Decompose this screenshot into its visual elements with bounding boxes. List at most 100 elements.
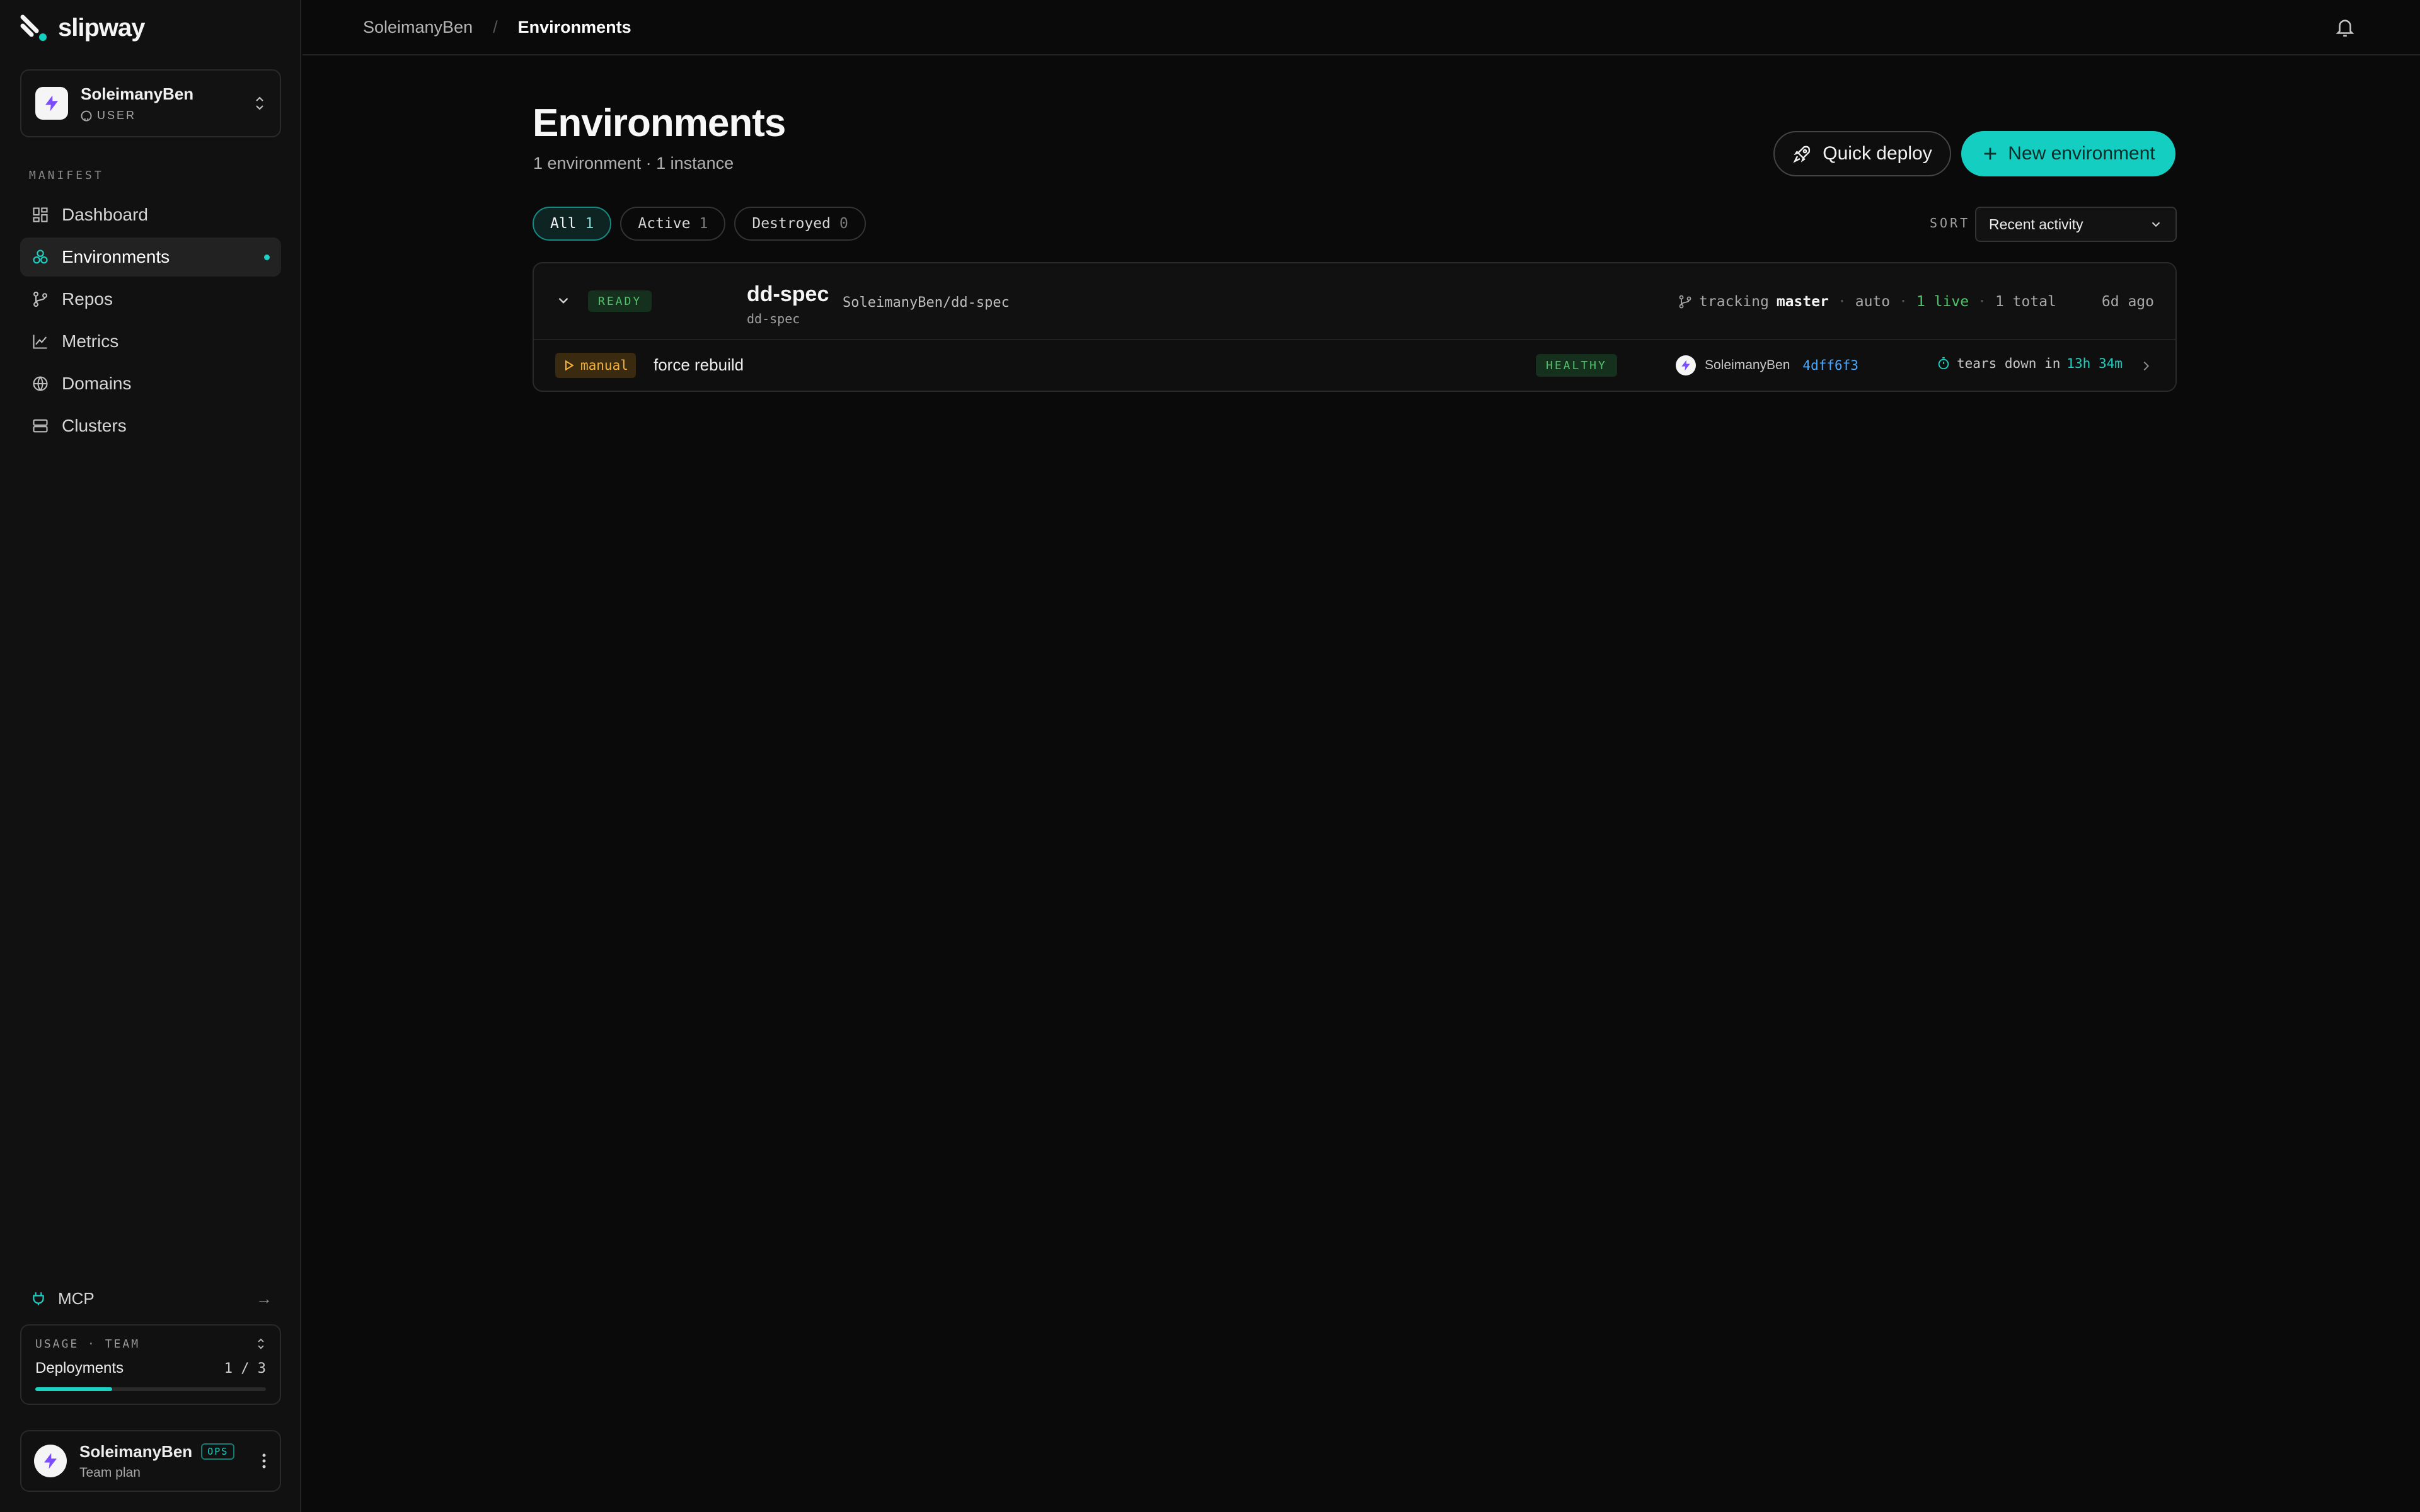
user-avatar (34, 1445, 67, 1477)
mcp-label: MCP (58, 1288, 95, 1308)
user-card[interactable]: SoleimanyBen OPS Team plan (20, 1430, 281, 1492)
deploy-mode: auto (1855, 294, 1891, 310)
teardown-time: 13h 34m (2066, 356, 2123, 371)
arrow-right-icon: → (256, 1288, 272, 1308)
tracking-label: tracking (1699, 294, 1769, 310)
sidebar-item-label: Metrics (62, 331, 119, 351)
filter-count: 0 (839, 215, 848, 232)
page-title: Environments (533, 101, 786, 145)
sidebar-item-label: Clusters (62, 416, 127, 435)
sidebar-item-label: Repos (62, 289, 113, 309)
filter-active[interactable]: Active 1 (620, 207, 726, 241)
filter-all[interactable]: All 1 (533, 207, 612, 241)
new-environment-label: New environment (2008, 143, 2155, 164)
status-badge: READY (588, 290, 652, 312)
sidebar: slipway SoleimanyBen USER MANIFEST Dashb… (0, 0, 301, 1512)
page-subtitle: 1 environment · 1 instance (533, 154, 734, 173)
user-name: SoleimanyBen (79, 1441, 193, 1461)
author-avatar (1676, 355, 1696, 375)
slipway-logo-icon (20, 14, 47, 41)
usage-panel[interactable]: USAGE · TEAM Deployments 1 / 3 (20, 1324, 281, 1405)
updated-time: 6d ago (2101, 294, 2154, 310)
account-role: USER (97, 109, 137, 122)
account-switcher[interactable]: SoleimanyBen USER (20, 69, 281, 137)
rocket-icon (1793, 146, 1811, 163)
sidebar-item-metrics[interactable]: Metrics (20, 322, 281, 361)
nav-section-label: MANIFEST (29, 169, 104, 182)
environment-card: READY dd-spec dd-spec SoleimanyBen/dd-sp… (533, 262, 2177, 392)
instance-author: SoleimanyBen 4dff6f3 (1676, 355, 1858, 375)
tracked-branch: master (1776, 294, 1829, 310)
bell-icon[interactable] (2334, 16, 2356, 39)
chevron-up-down-icon (256, 96, 263, 110)
usage-progress-fill (35, 1387, 112, 1391)
kebab-menu-icon[interactable] (261, 1452, 267, 1470)
chevron-down-icon[interactable] (555, 292, 572, 309)
breadcrumb-parent[interactable]: SoleimanyBen (363, 18, 473, 37)
teardown-timer: tears down in 13h 34m (1937, 356, 2123, 371)
lightning-icon (44, 1453, 57, 1469)
user-plan: Team plan (79, 1465, 141, 1480)
git-branch-icon (33, 291, 47, 307)
filter-count: 1 (585, 215, 594, 232)
chevron-up-down-icon (258, 1338, 264, 1349)
total-count: 1 total (1995, 294, 2056, 310)
brand-name: slipway (58, 14, 146, 42)
active-indicator-dot (264, 255, 270, 260)
sidebar-item-clusters[interactable]: Clusters (20, 406, 281, 445)
environment-meta: tracking master · auto · 1 live · 1 tota… (1678, 294, 2154, 310)
instance-row[interactable]: manual force rebuild HEALTHY SoleimanyBe… (534, 340, 2175, 391)
sidebar-item-label: Environments (62, 247, 170, 266)
environment-header[interactable]: READY dd-spec dd-spec SoleimanyBen/dd-sp… (534, 263, 2175, 340)
sidebar-item-domains[interactable]: Domains (20, 364, 281, 403)
filter-count: 1 (699, 215, 708, 232)
lightning-icon (1681, 360, 1690, 371)
filter-destroyed[interactable]: Destroyed 0 (734, 207, 866, 241)
sort-label: SORT (1930, 215, 1971, 231)
chart-icon (33, 335, 47, 349)
sidebar-item-dashboard[interactable]: Dashboard (20, 195, 281, 234)
quick-deploy-label: Quick deploy (1823, 143, 1932, 164)
new-environment-button[interactable]: New environment (1961, 131, 2175, 176)
commit-hash[interactable]: 4dff6f3 (1802, 358, 1858, 373)
environment-slug: dd-spec (747, 311, 800, 326)
live-count: 1 live (1916, 294, 1969, 310)
trigger-badge: manual (555, 353, 636, 378)
account-avatar (35, 87, 68, 120)
globe-icon (33, 376, 48, 391)
filter-label: Active (638, 215, 691, 232)
plug-icon (33, 1292, 44, 1305)
sidebar-nav: Dashboard Environments Repos Metrics Dom… (20, 195, 281, 449)
sidebar-item-repos[interactable]: Repos (20, 280, 281, 319)
account-name: SoleimanyBen (81, 84, 194, 103)
chevron-right-icon[interactable] (2139, 358, 2153, 374)
github-icon (81, 110, 92, 121)
filter-tabs: All 1 Active 1 Destroyed 0 (533, 207, 866, 241)
filter-label: Destroyed (752, 215, 831, 232)
usage-metric-label: Deployments (35, 1360, 124, 1377)
usage-progress-bar (35, 1387, 266, 1391)
sort-select[interactable]: Recent activity (1975, 207, 2177, 242)
brand-logo[interactable]: slipway (20, 14, 146, 42)
filter-label: All (550, 215, 577, 232)
dashboard-icon (33, 207, 48, 222)
usage-title: USAGE · TEAM (35, 1337, 141, 1351)
chevron-down-icon (2152, 222, 2160, 227)
author-name: SoleimanyBen (1705, 358, 1790, 372)
instance-label: force rebuild (654, 355, 744, 374)
role-badge: OPS (201, 1443, 235, 1460)
environments-icon (33, 249, 48, 264)
quick-deploy-button[interactable]: Quick deploy (1773, 131, 1951, 176)
topbar: SoleimanyBen / Environments (302, 0, 2420, 55)
mcp-link[interactable]: MCP → (30, 1285, 272, 1312)
breadcrumb-separator: / (493, 17, 498, 37)
server-icon (33, 419, 48, 433)
sort-value: Recent activity (1989, 215, 2083, 232)
environment-repo[interactable]: SoleimanyBen/dd-spec (843, 295, 1010, 311)
lightning-icon (45, 95, 58, 112)
trigger-label: manual (580, 358, 628, 373)
environment-name[interactable]: dd-spec (747, 282, 829, 307)
plus-icon (1984, 147, 1997, 160)
sidebar-item-label: Dashboard (62, 205, 148, 224)
sidebar-item-environments[interactable]: Environments (20, 238, 281, 277)
